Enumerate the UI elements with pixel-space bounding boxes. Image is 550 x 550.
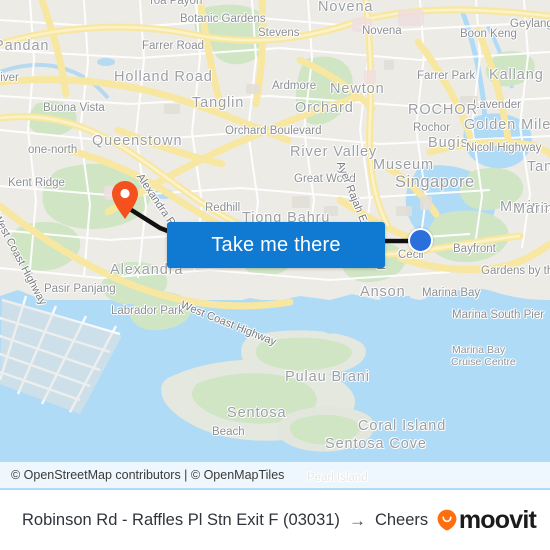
attribution-text[interactable]: © OpenStreetMap contributors | © OpenMap… [11, 468, 284, 482]
map-pin-icon [112, 181, 138, 219]
route-origin-label: Robinson Rd - Raffles Pl Stn Exit F (030… [22, 510, 340, 529]
map-attribution-bar: © OpenStreetMap contributors | © OpenMap… [0, 462, 550, 488]
destination-dot-marker[interactable] [408, 228, 433, 253]
map-canvas[interactable]: Toa Payoh Botanic Gardens Novena Novena Boon… [0, 0, 550, 490]
route-summary: Robinson Rd - Raffles Pl Stn Exit F (030… [22, 511, 429, 530]
take-me-there-button[interactable]: Take me there [167, 222, 385, 268]
moovit-wordmark: moovit [458, 505, 537, 534]
route-destination-label: Cheers [374, 510, 429, 529]
arrow-right-icon: → [348, 510, 366, 530]
route-footer: Robinson Rd - Raffles Pl Stn Exit F (030… [0, 490, 550, 550]
moovit-pin-icon [437, 509, 457, 531]
origin-pin-marker[interactable] [111, 180, 139, 220]
moovit-route-map-screen: Toa Payoh Botanic Gardens Novena Novena Boon… [0, 0, 550, 550]
moovit-logo[interactable]: moovit [437, 505, 537, 534]
